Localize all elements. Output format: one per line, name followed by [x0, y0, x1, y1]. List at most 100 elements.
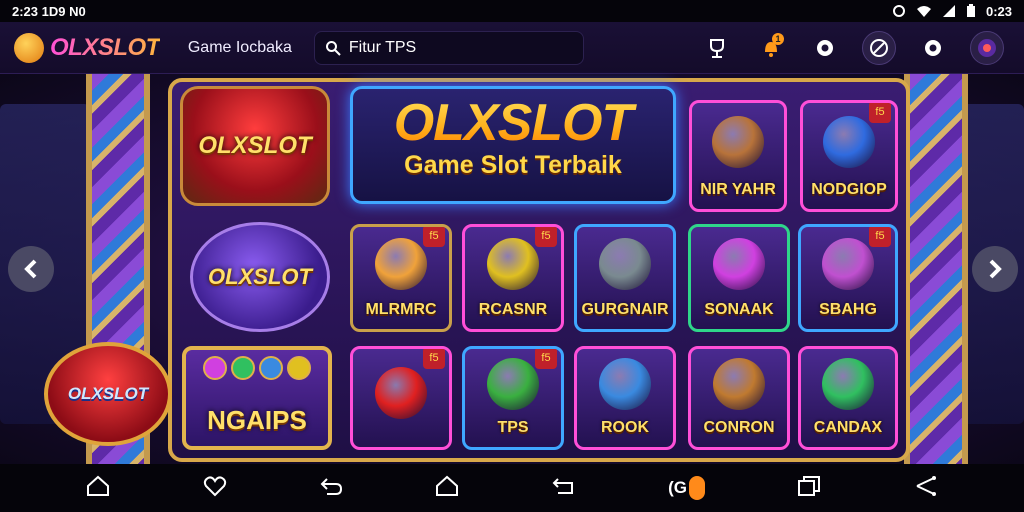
game-tile[interactable]: NIR YAHR [689, 100, 787, 212]
game-tile[interactable]: f5 MLRMRC [350, 224, 452, 332]
notification-badge: 1 [772, 32, 784, 45]
game-character-icon [713, 238, 765, 290]
settings-button[interactable] [808, 31, 842, 65]
heart-icon [203, 475, 226, 496]
settings-status-icon [892, 5, 905, 17]
nav-app-badge: (G [668, 478, 687, 497]
tile-corner-badge: f5 [535, 349, 557, 369]
tile-name: NODGIOP [811, 181, 887, 198]
system-nav-bar: (G [0, 464, 1024, 512]
tile-art [577, 349, 673, 419]
game-tile[interactable]: f5 [350, 346, 452, 450]
explore-button[interactable] [862, 30, 896, 65]
gem-icon [259, 356, 283, 380]
nav-favorite-button[interactable] [203, 475, 227, 502]
trophy-button[interactable] [700, 31, 734, 65]
tile-art [692, 103, 784, 181]
game-character-icon [599, 238, 651, 290]
tile-corner-badge: f5 [869, 103, 891, 123]
recent-icon [552, 477, 573, 494]
avatar-icon [978, 38, 996, 57]
chevron-left-icon [24, 259, 37, 279]
search-icon [325, 40, 341, 56]
brand-badge-purple[interactable]: OLXSLOT [190, 222, 330, 332]
game-tile[interactable]: CANDAX [798, 346, 898, 450]
game-tile[interactable]: CONRON [688, 346, 790, 450]
tile-name: CONRON [703, 419, 775, 436]
logo-text: OLXSLOT [50, 33, 160, 61]
brand-badge-corner[interactable]: OLXSLOT [44, 342, 172, 446]
app-header: OLXSLOT Game Iocbaka 1 [0, 22, 1024, 74]
header-title[interactable]: Game Iocbaka [188, 39, 292, 57]
chevron-right-icon [989, 259, 1002, 279]
game-tile[interactable]: SONAAK [688, 224, 790, 332]
gem-cluster [196, 356, 318, 380]
tile-corner-badge: f5 [869, 227, 891, 247]
tile-name: SBAHG [819, 301, 877, 318]
nav-home-button[interactable] [86, 475, 110, 502]
game-tile[interactable]: f5 SBAHG [798, 224, 898, 332]
nav-house-button[interactable] [435, 475, 459, 502]
game-character-icon [375, 367, 427, 419]
brand-badge-red[interactable]: OLXSLOT [180, 86, 330, 206]
game-tile[interactable]: GURGNAIR [574, 224, 676, 332]
game-character-icon [822, 238, 874, 290]
nav-recent-button[interactable] [552, 475, 576, 502]
options-button[interactable] [916, 31, 950, 65]
gear-icon [817, 39, 833, 56]
hero-title: OLXSLOT [353, 93, 673, 153]
search-bar[interactable] [313, 30, 584, 65]
game-character-icon [713, 358, 765, 410]
windows-icon [798, 475, 821, 496]
game-character-icon [487, 358, 539, 410]
nav-app-button[interactable]: (G [668, 476, 705, 500]
game-character-icon [822, 358, 874, 410]
game-tile[interactable]: ROOK [574, 346, 676, 450]
compass-icon [870, 38, 888, 57]
hero-banner[interactable]: OLXSLOT Game Slot Terbaik [350, 86, 676, 204]
trophy-icon [710, 38, 724, 58]
tile-name: SONAAK [704, 301, 774, 318]
status-time-right: 0:23 [985, 3, 1012, 19]
tile-art [801, 349, 895, 419]
status-time-left: 2:23 1D9 N0 [12, 3, 86, 19]
share-icon [916, 475, 936, 496]
logo-fish-icon [14, 32, 44, 63]
ngaips-label: NGAIPS [207, 405, 307, 435]
tile-corner-badge: f5 [423, 349, 445, 369]
gem-icon [231, 356, 255, 380]
nav-back-button[interactable] [319, 475, 343, 502]
status-bar: 2:23 1D9 N0 0:23 [0, 0, 1024, 22]
hero-subtitle: Game Slot Terbaik [404, 151, 622, 179]
tile-name: GURGNAIR [581, 301, 669, 318]
tile-name: CANDAX [813, 419, 883, 436]
cog-icon [925, 39, 941, 56]
nav-share-button[interactable] [914, 475, 938, 502]
back-icon [320, 477, 342, 495]
game-tile[interactable]: f5 TPS [462, 346, 564, 450]
tile-art [577, 227, 673, 301]
gem-icon [287, 356, 311, 380]
carousel-prev-button[interactable] [8, 246, 54, 292]
tile-art [691, 227, 787, 301]
game-tile[interactable]: f5 RCASNR [462, 224, 564, 332]
game-tile[interactable]: f5 NODGIOP [800, 100, 898, 212]
game-character-icon [487, 238, 539, 290]
wifi-icon [916, 6, 931, 17]
carousel-next-button[interactable] [972, 246, 1018, 292]
header-actions: 1 [700, 30, 1004, 65]
home-icon [87, 475, 110, 496]
tile-name: MLRMRC [365, 301, 437, 318]
game-character-icon [599, 358, 651, 410]
profile-avatar[interactable] [970, 30, 1004, 65]
tile-name: RCASNR [478, 301, 548, 318]
tile-corner-badge: f5 [423, 227, 445, 247]
tile-name: NIR YAHR [700, 181, 776, 198]
tile-name: TPS [497, 419, 529, 436]
house-icon [436, 475, 459, 496]
app-logo[interactable]: OLXSLOT [14, 32, 160, 63]
nav-windows-button[interactable] [797, 475, 821, 502]
notification-button[interactable]: 1 [754, 31, 788, 65]
game-character-icon [712, 116, 764, 168]
search-input[interactable] [348, 38, 569, 57]
